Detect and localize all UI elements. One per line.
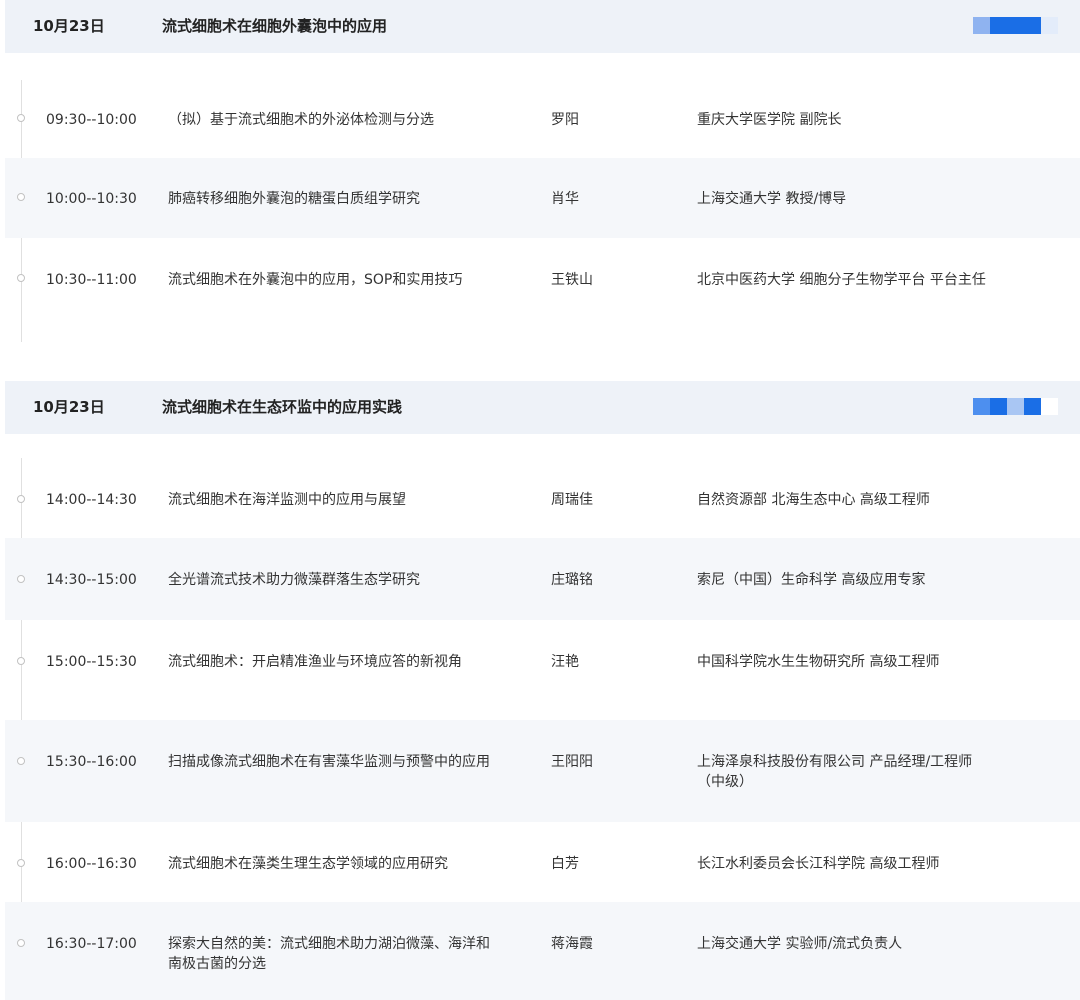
session-topic: 探索大自然的美：流式细胞术助力湖泊微藻、海洋和南极古菌的分选 [168, 936, 490, 972]
session-row: 14:30--15:00 全光谱流式技术助力微藻群落生态学研究 庄璐铭 索尼（中… [5, 538, 1080, 620]
badge-swatch [1024, 398, 1041, 415]
section-date: 10月23日 [33, 398, 105, 416]
session-speaker: 汪艳 [551, 654, 579, 670]
timeline-dot-icon [17, 575, 25, 583]
session-row: 16:00--16:30 流式细胞术在藻类生理生态学领域的应用研究 白芳 长江水… [5, 822, 1080, 902]
session-row: 14:00--14:30 流式细胞术在海洋监测中的应用与展望 周瑞佳 自然资源部… [5, 458, 1080, 538]
session-topic: 流式细胞术在藻类生理生态学领域的应用研究 [168, 856, 448, 872]
session-org: 中国科学院水生生物研究所 高级工程师 [697, 654, 940, 670]
session-org: 上海泽泉科技股份有限公司 产品经理/工程师（中级） [697, 754, 973, 790]
session-org: 长江水利委员会长江科学院 高级工程师 [697, 856, 940, 872]
badge-swatch [1041, 398, 1058, 415]
session-time: 16:30--17:00 [46, 936, 137, 952]
session-time: 14:30--15:00 [46, 572, 137, 588]
section-header: 10月23日 流式细胞术在生态环监中的应用实践 [5, 381, 1080, 434]
session-time: 14:00--14:30 [46, 492, 137, 508]
session-row: 16:30--17:00 探索大自然的美：流式细胞术助力湖泊微藻、海洋和南极古菌… [5, 902, 1080, 1000]
session-speaker: 王阳阳 [551, 754, 593, 770]
timeline-dot-icon [17, 939, 25, 947]
session-topic: 全光谱流式技术助力微藻群落生态学研究 [168, 572, 420, 588]
session-row: 15:30--16:00 扫描成像流式细胞术在有害藻华监测与预警中的应用 王阳阳… [5, 720, 1080, 822]
session-org: 上海交通大学 实验师/流式负责人 [697, 936, 903, 952]
session-speaker: 蒋海霞 [551, 936, 593, 952]
session-time: 16:00--16:30 [46, 856, 137, 872]
timeline-dot-icon [17, 657, 25, 665]
agenda-section-2: 10月23日 流式细胞术在生态环监中的应用实践 14:00--14:30 流式细… [0, 0, 1080, 1000]
session-topic: 流式细胞术：开启精准渔业与环境应答的新视角 [168, 654, 462, 670]
session-speaker: 白芳 [551, 856, 579, 872]
section-title: 流式细胞术在生态环监中的应用实践 [162, 398, 403, 416]
session-speaker: 周瑞佳 [551, 492, 593, 508]
timeline-dot-icon [17, 495, 25, 503]
timeline-dot-icon [17, 859, 25, 867]
session-org: 索尼（中国）生命科学 高级应用专家 [697, 572, 926, 588]
badge-swatch [1007, 398, 1024, 415]
session-row: 15:00--15:30 流式细胞术：开启精准渔业与环境应答的新视角 汪艳 中国… [5, 620, 1080, 720]
badge-swatch [973, 398, 990, 415]
section-badge [973, 398, 1058, 415]
session-speaker: 庄璐铭 [551, 572, 593, 588]
session-topic: 扫描成像流式细胞术在有害藻华监测与预警中的应用 [168, 754, 490, 770]
agenda-page: 10月23日 流式细胞术在细胞外囊泡中的应用 09:30--10:00 （拟）基… [0, 0, 1080, 1000]
session-time: 15:30--16:00 [46, 754, 137, 770]
badge-swatch [990, 398, 1007, 415]
session-time: 15:00--15:30 [46, 654, 137, 670]
session-org: 自然资源部 北海生态中心 高级工程师 [697, 492, 930, 508]
session-topic: 流式细胞术在海洋监测中的应用与展望 [168, 492, 406, 508]
timeline-dot-icon [17, 757, 25, 765]
